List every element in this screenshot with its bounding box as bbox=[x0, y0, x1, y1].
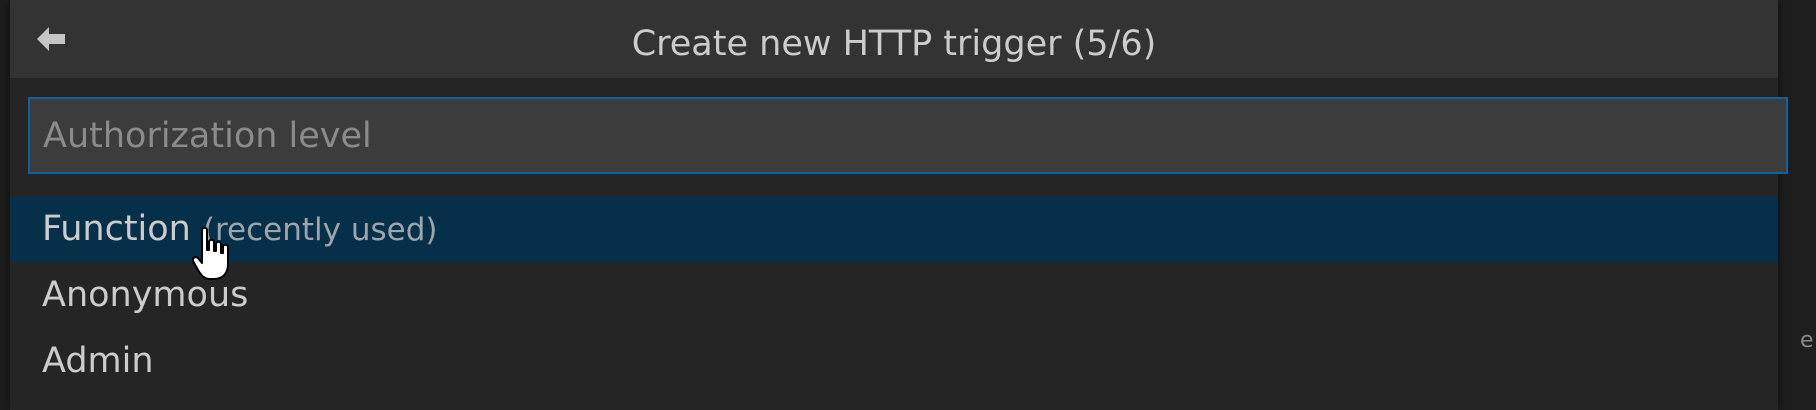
list-item-label: Anonymous bbox=[42, 275, 249, 315]
quick-pick-list: Function (recently used) Anonymous Admin bbox=[10, 196, 1778, 394]
list-item-label: Admin bbox=[42, 341, 154, 381]
list-item-label: Function bbox=[42, 209, 191, 249]
list-item-anonymous[interactable]: Anonymous bbox=[10, 262, 1778, 328]
quick-pick-title-bar: Create new HTTP trigger (5/6) bbox=[10, 0, 1778, 78]
quick-pick-widget: Create new HTTP trigger (5/6) Function (r… bbox=[10, 0, 1788, 410]
authorization-level-input[interactable] bbox=[30, 99, 1786, 172]
quick-pick-input-box[interactable] bbox=[28, 97, 1788, 174]
list-item-admin[interactable]: Admin bbox=[10, 328, 1778, 394]
background-text-fragment: e bbox=[1800, 328, 1814, 353]
quick-pick-title: Create new HTTP trigger (5/6) bbox=[631, 24, 1157, 64]
list-item-description: (recently used) bbox=[202, 212, 438, 248]
list-item-function[interactable]: Function (recently used) bbox=[10, 196, 1778, 262]
